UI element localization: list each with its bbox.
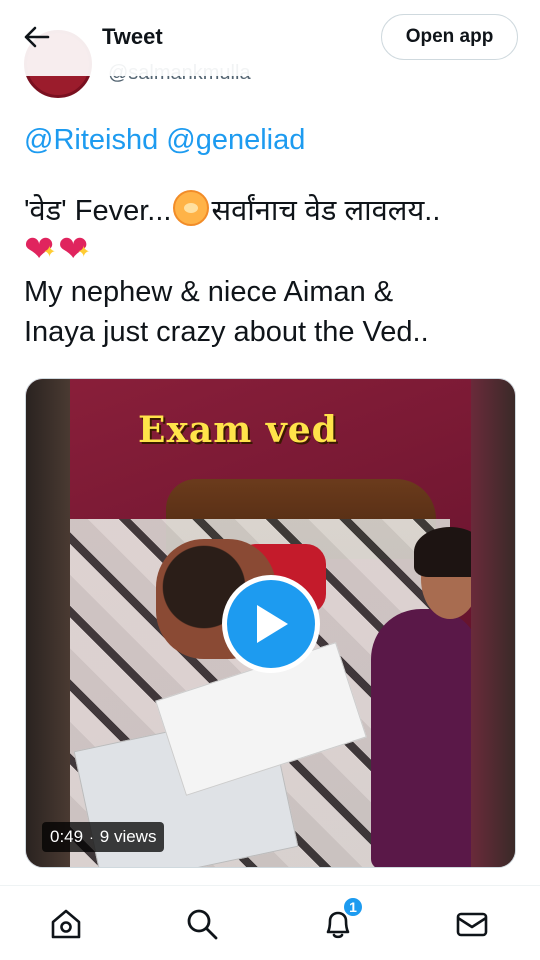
tweet-line: Inaya just crazy about the Ved.. [24,316,429,348]
nav-search[interactable] [182,904,222,944]
video-edge-left [26,379,70,867]
video-player[interactable]: Exam ved 0:49 · 9 views [25,378,516,868]
girl-dress [371,609,481,867]
video-meta-badge: 0:49 · 9 views [42,822,165,852]
bottom-nav: 1 [0,885,540,960]
sparkling-heart-emoji-icon: ❤ ✦ [58,228,91,269]
nav-messages[interactable] [452,904,492,944]
top-bar: Tweet Open app [0,0,540,76]
mention-link[interactable]: @Riteishd [24,124,158,156]
play-icon [257,605,288,643]
open-app-button[interactable]: Open app [381,14,518,60]
back-arrow-icon [24,26,50,48]
sparkling-heart-emoji-icon: ❤ ✦ [24,228,57,269]
lion-face-emoji-icon [173,190,210,226]
video-caption-text: Exam ved [138,409,338,451]
notification-badge: 1 [342,896,364,918]
nav-home[interactable] [46,904,86,944]
nav-notifications[interactable]: 1 [318,896,364,944]
mail-icon [456,912,488,937]
page-title: Tweet [102,24,163,49]
tweet-line: My nephew & niece Aiman & [24,276,394,308]
video-views: 9 views [99,827,157,846]
separator-dot: · [89,829,94,845]
mention-link[interactable]: @geneliad [166,124,305,156]
tweet-line: 'वेड' Fever... [24,195,172,227]
play-button[interactable] [222,575,320,673]
search-icon [187,909,218,940]
home-icon [51,909,81,939]
video-duration: 0:49 [50,827,84,846]
video-edge-right [471,379,515,867]
tweet-line: सर्वांनाच वेड लावलय.. [211,195,441,227]
tweet-text: @Riteishd @geneliad 'वेड' Fever... सर्वां… [24,120,520,352]
back-button[interactable] [20,22,54,52]
